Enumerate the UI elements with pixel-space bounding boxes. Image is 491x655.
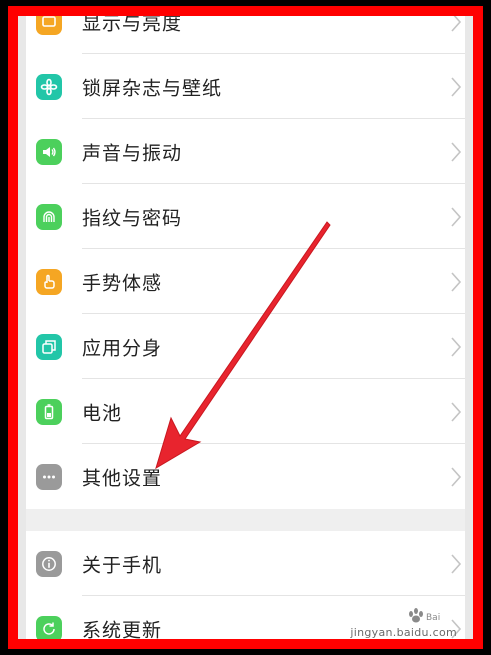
baidu-paw-logo: Bai bbox=[409, 608, 440, 623]
battery-icon bbox=[36, 398, 62, 425]
settings-item-sound[interactable]: 声音与振动 bbox=[26, 119, 465, 184]
more-dots-icon bbox=[36, 463, 62, 490]
settings-item-battery[interactable]: 电池 bbox=[26, 379, 465, 444]
watermark: jingyan.baidu.com bbox=[350, 626, 457, 639]
chevron-right-icon bbox=[451, 466, 462, 487]
display-icon bbox=[36, 16, 62, 35]
screenshot-frame: 显示与亮度 锁屏杂志与壁纸 声音与振动 指纹与密码 手势体感 应用分身 电池 其… bbox=[8, 6, 483, 649]
settings-item-label: 指纹与密码 bbox=[82, 207, 183, 229]
settings-item-label: 其他设置 bbox=[82, 467, 163, 489]
settings-item-about[interactable]: 关于手机 bbox=[26, 531, 465, 596]
speaker-icon bbox=[36, 138, 62, 165]
settings-screen: 显示与亮度 锁屏杂志与壁纸 声音与振动 指纹与密码 手势体感 应用分身 电池 其… bbox=[26, 16, 465, 639]
settings-item-label: 声音与振动 bbox=[82, 142, 183, 164]
settings-item-label: 关于手机 bbox=[82, 554, 163, 576]
settings-item-other[interactable]: 其他设置 bbox=[26, 444, 465, 509]
settings-item-label: 应用分身 bbox=[82, 337, 163, 359]
chevron-right-icon bbox=[451, 206, 462, 227]
info-icon bbox=[36, 550, 62, 577]
chevron-right-icon bbox=[451, 401, 462, 422]
clone-icon bbox=[36, 333, 62, 360]
fingerprint-icon bbox=[36, 203, 62, 230]
chevron-right-icon bbox=[451, 336, 462, 357]
settings-item-update[interactable]: 系统更新 bbox=[26, 596, 465, 641]
chevron-right-icon bbox=[451, 271, 462, 292]
settings-item-label: 手势体感 bbox=[82, 272, 163, 294]
section-gap bbox=[26, 509, 465, 531]
chevron-right-icon bbox=[451, 141, 462, 162]
settings-item-label: 电池 bbox=[82, 402, 123, 424]
settings-item-fingerprint[interactable]: 指纹与密码 bbox=[26, 184, 465, 249]
settings-list: 显示与亮度 锁屏杂志与壁纸 声音与振动 指纹与密码 手势体感 应用分身 电池 其… bbox=[26, 12, 465, 641]
hand-icon bbox=[36, 268, 62, 295]
flower-icon bbox=[36, 73, 62, 100]
settings-item-label: 锁屏杂志与壁纸 bbox=[82, 77, 223, 99]
chevron-right-icon bbox=[451, 553, 462, 574]
settings-item-label: 显示与亮度 bbox=[82, 12, 183, 34]
chevron-right-icon bbox=[451, 16, 462, 32]
settings-item-display[interactable]: 显示与亮度 bbox=[26, 12, 465, 54]
settings-item-app-clone[interactable]: 应用分身 bbox=[26, 314, 465, 379]
svg-text:Bai: Bai bbox=[426, 613, 440, 623]
settings-item-label: 系统更新 bbox=[82, 619, 163, 641]
update-icon bbox=[36, 615, 62, 639]
settings-item-lockscreen[interactable]: 锁屏杂志与壁纸 bbox=[26, 54, 465, 119]
chevron-right-icon bbox=[451, 76, 462, 97]
settings-item-gestures[interactable]: 手势体感 bbox=[26, 249, 465, 314]
